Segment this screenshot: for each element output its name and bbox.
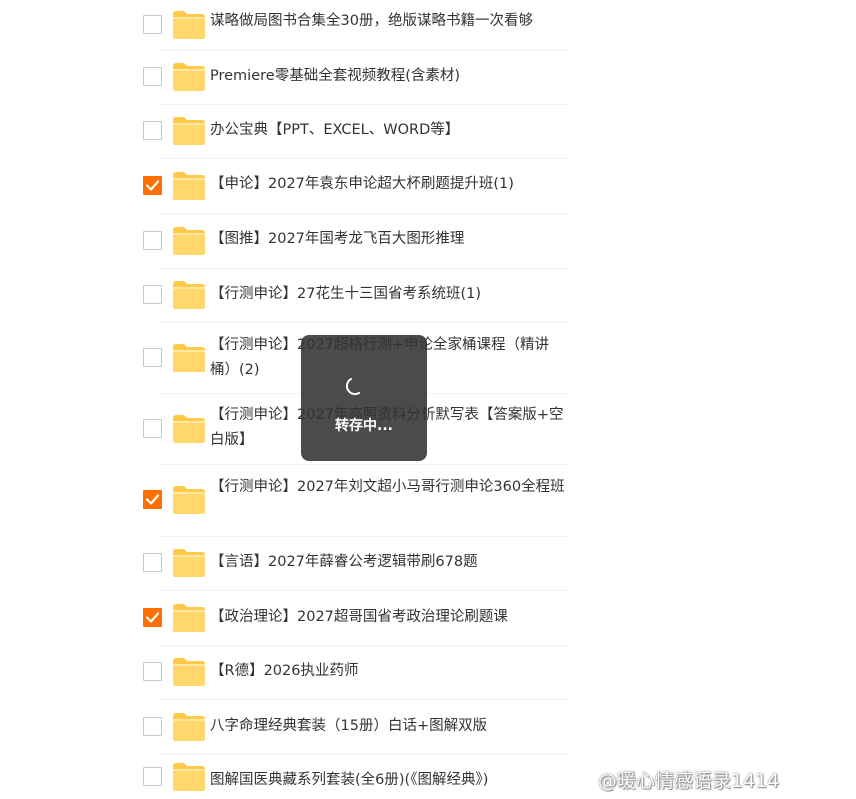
file-checkbox[interactable]	[143, 662, 162, 681]
saving-toast: 转存中...	[301, 335, 427, 461]
file-checkbox[interactable]	[143, 230, 162, 250]
loading-spinner-icon	[345, 378, 360, 396]
file-checkbox[interactable]	[143, 766, 162, 786]
file-checkbox[interactable]	[143, 347, 162, 367]
folder-icon	[172, 343, 206, 373]
folder-icon	[172, 712, 206, 742]
file-name[interactable]: 图解国医典藏系列套装(全6册)(《图解经典》)	[210, 768, 570, 793]
folder-icon	[172, 116, 206, 146]
file-name[interactable]: 【政治理论】2027超哥国省考政治理论刷题课	[210, 605, 570, 630]
toast-text: 转存中...	[335, 418, 393, 434]
folder-icon	[172, 171, 206, 201]
file-checkbox[interactable]	[143, 121, 162, 140]
file-name[interactable]: 【申论】2027年袁东申论超大杯刷题提升班(1)	[210, 172, 570, 197]
check-icon	[146, 611, 159, 623]
file-name[interactable]: Premiere零基础全套视频教程(含素材)	[210, 64, 570, 89]
file-checkbox[interactable]	[143, 67, 162, 86]
watermark: @暖心情感语录1414	[598, 766, 779, 793]
folder-icon	[172, 603, 206, 633]
file-checkbox[interactable]	[143, 490, 162, 509]
file-checkbox[interactable]	[143, 607, 162, 627]
file-name[interactable]: 谋略做局图书合集全30册，绝版谋略书籍一次看够	[210, 9, 570, 34]
file-name[interactable]: 【行测申论】27花生十三国省考系统班(1)	[210, 282, 570, 307]
file-checkbox[interactable]	[143, 418, 162, 438]
folder-icon	[172, 62, 206, 92]
file-checkbox[interactable]	[143, 15, 162, 34]
check-icon	[146, 494, 159, 505]
folder-icon	[172, 485, 206, 515]
folder-icon	[172, 548, 206, 578]
folder-icon	[172, 226, 206, 256]
file-checkbox[interactable]	[143, 553, 162, 572]
file-name[interactable]: 八字命理经典套装（15册）白话+图解双版	[210, 714, 570, 739]
folder-icon	[172, 657, 206, 687]
file-checkbox[interactable]	[143, 285, 162, 304]
folder-icon	[172, 280, 206, 310]
folder-icon	[172, 762, 206, 792]
check-icon	[146, 179, 159, 191]
file-name[interactable]: 【R德】2026执业药师	[210, 659, 570, 684]
file-name[interactable]: 【图推】2027年国考龙飞百大图形推理	[210, 227, 570, 252]
file-checkbox[interactable]	[143, 716, 162, 736]
folder-icon	[172, 414, 206, 444]
file-name[interactable]: 【行测申论】2027年刘文超小马哥行测申论360全程班	[210, 475, 570, 500]
file-checkbox[interactable]	[143, 175, 162, 195]
folder-icon	[172, 10, 206, 40]
file-name[interactable]: 办公宝典【PPT、EXCEL、WORD等】	[210, 118, 570, 143]
watermark-text: @暖心情感语录1414	[598, 770, 780, 792]
file-name[interactable]: 【言语】2027年薛睿公考逻辑带刷678题	[210, 550, 570, 575]
